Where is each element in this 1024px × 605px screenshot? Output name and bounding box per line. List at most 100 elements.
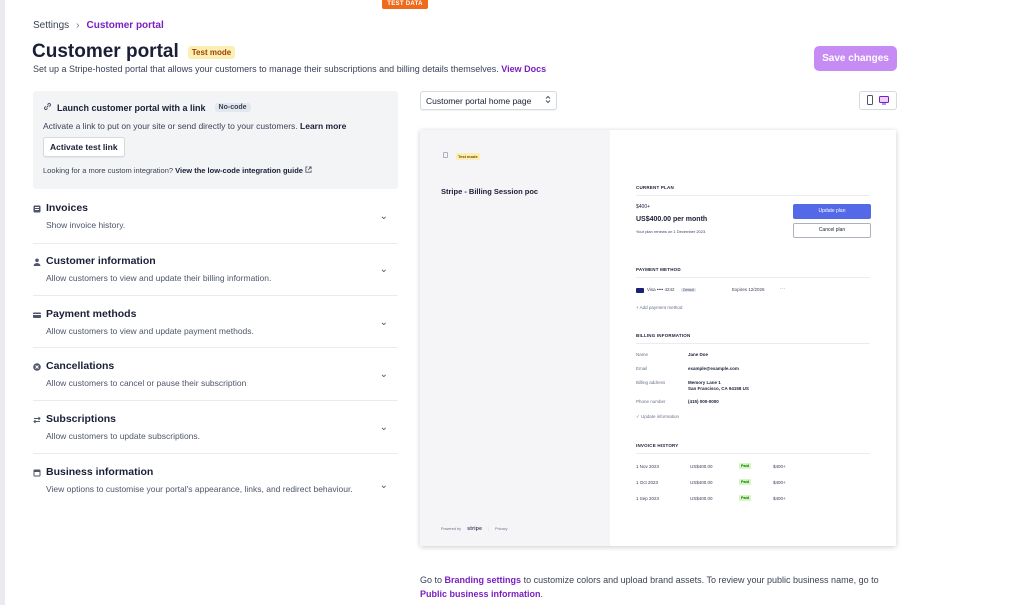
plan-renewal: Your plan renews on 1 December 2023.	[636, 229, 707, 234]
powered-by-footer: Powered by stripe | Privacy	[441, 526, 508, 532]
payment-methods-section[interactable]: Payment methods Allow customers to view …	[33, 308, 398, 348]
mobile-icon[interactable]	[867, 92, 873, 110]
breadcrumb-current[interactable]: Customer portal	[86, 20, 163, 31]
integration-guide-link[interactable]: View the low-code integration guide	[175, 166, 303, 175]
stripe-logo: stripe	[467, 526, 483, 532]
test-mode-badge: Test mode	[187, 45, 236, 59]
public-business-info-link[interactable]: Public business information	[420, 589, 541, 599]
section-description: Allow customers to cancel or pause their…	[46, 378, 247, 388]
section-title: Payment methods	[46, 308, 137, 320]
invoice-amount: US$400.00	[690, 480, 713, 485]
billing-email-label: Email	[636, 366, 648, 371]
subscriptions-section[interactable]: Subscriptions Allow customers to update …	[33, 413, 398, 454]
visa-card-icon	[636, 288, 644, 293]
invoice-plan: $400+	[773, 480, 786, 485]
billing-name: Jane Doe	[688, 352, 709, 357]
view-docs-link[interactable]: View Docs	[501, 64, 546, 74]
external-link-icon	[305, 166, 312, 175]
breadcrumb: Settings › Customer portal	[33, 20, 164, 31]
launch-title: Launch customer portal with a link	[57, 102, 206, 113]
billing-address-label: Billing address	[636, 380, 666, 385]
plan-name: $400+	[636, 204, 651, 210]
privacy-link[interactable]: Privacy	[495, 527, 507, 531]
page-subtitle: Set up a Stripe-hosted portal that allow…	[33, 64, 546, 74]
default-badge: Default	[681, 288, 697, 292]
section-description: Show invoice history.	[46, 220, 126, 230]
update-plan-button[interactable]: Update plan	[793, 204, 871, 219]
preview-select-value: Customer portal home page	[426, 95, 532, 106]
add-payment-method-link[interactable]: + Add payment method	[636, 305, 682, 310]
merchant-logo-icon	[443, 152, 448, 158]
left-edge	[0, 0, 5, 605]
chevron-down-icon[interactable]: ⌄	[380, 264, 388, 275]
learn-more-link[interactable]: Learn more	[300, 121, 346, 131]
update-information-link[interactable]: ✓ Update information	[636, 414, 679, 420]
preview-page-select[interactable]: Customer portal home page	[420, 91, 557, 110]
link-icon	[43, 102, 52, 113]
branding-settings-link[interactable]: Branding settings	[445, 575, 522, 585]
preview-sidebar: Test mode Stripe - Billing Session poc P…	[420, 130, 610, 546]
invoice-date: 1 Oct 2023	[636, 480, 659, 485]
invoice-date: 1 Nov 2023	[636, 464, 660, 469]
invoice-amount: US$400.00	[690, 496, 713, 501]
paid-badge: Paid	[739, 479, 752, 485]
chevron-down-icon[interactable]: ⌄	[380, 211, 388, 222]
invoice-history-heading: INVOICE HISTORY	[636, 443, 679, 448]
cancellations-section[interactable]: Cancellations Allow customers to cancel …	[33, 360, 398, 401]
billing-address-line2: San Francisco, CA 94158 US	[688, 386, 749, 391]
no-code-chip: No-code	[214, 103, 251, 112]
payment-method-heading: PAYMENT METHOD	[636, 267, 681, 272]
preview-test-mode-badge: Test mode	[456, 153, 480, 160]
updown-chevron-icon	[545, 95, 551, 106]
billing-phone: (415) 000-0000	[688, 399, 719, 404]
launch-header: Launch customer portal with a link No-co…	[43, 102, 388, 113]
billing-email: example@example.com	[688, 366, 739, 371]
current-plan-heading: CURRENT PLAN	[636, 185, 674, 190]
card-more-icon[interactable]: ···	[780, 286, 785, 292]
billing-address-line1: Memory Lane 1	[688, 380, 721, 385]
section-title: Subscriptions	[46, 413, 117, 425]
paid-badge: Paid	[739, 495, 752, 501]
powered-by-text: Powered by	[441, 527, 462, 531]
merchant-name: Stripe - Billing Session poc	[441, 187, 539, 196]
preview-content: CURRENT PLAN $400+ US$400.00 per month Y…	[610, 130, 896, 546]
section-title: Invoices	[46, 202, 89, 214]
title-row: Customer portal Test mode	[32, 41, 236, 63]
chevron-down-icon[interactable]: ⌄	[380, 480, 388, 491]
chevron-down-icon[interactable]: ⌄	[380, 422, 388, 433]
footer-text-pre: Go to	[420, 575, 443, 585]
save-changes-button[interactable]: Save changes	[814, 46, 897, 71]
invoice-icon	[33, 204, 41, 213]
integration-text: Looking for a more custom integration?	[43, 166, 174, 175]
card-icon	[33, 310, 41, 318]
desktop-icon[interactable]	[879, 92, 889, 110]
cancel-icon	[33, 362, 41, 371]
billing-name-label: Name	[636, 352, 649, 357]
section-description: Allow customers to view and update their…	[46, 273, 272, 283]
invoices-section[interactable]: Invoices Show invoice history. ⌄	[33, 202, 398, 244]
section-description: Allow customers to update subscriptions.	[46, 431, 201, 441]
chevron-right-icon: ›	[76, 20, 80, 31]
test-data-banner: TEST DATA	[382, 0, 428, 9]
breadcrumb-settings[interactable]: Settings	[33, 20, 69, 31]
person-icon	[33, 257, 41, 266]
section-title: Business information	[46, 466, 154, 478]
card-expiry: Expires 12/2026	[732, 287, 765, 292]
card-number: Visa •••• 4242	[647, 287, 675, 292]
plan-price: US$400.00 per month	[636, 216, 708, 223]
chevron-down-icon[interactable]: ⌄	[380, 317, 388, 328]
section-description: Allow customers to view and update payme…	[46, 326, 254, 336]
section-description: View options to customise your portal's …	[46, 484, 353, 494]
invoice-plan: $400+	[773, 464, 786, 469]
chevron-down-icon[interactable]: ⌄	[380, 369, 388, 380]
subtitle-text: Set up a Stripe-hosted portal that allow…	[33, 64, 499, 74]
launch-text: Activate a link to put on your site or s…	[43, 121, 388, 131]
activate-test-link-button[interactable]: Activate test link	[43, 137, 125, 157]
customer-information-section[interactable]: Customer information Allow customers to …	[33, 255, 398, 296]
business-information-section[interactable]: Business information View options to cus…	[33, 466, 398, 516]
cancel-plan-button[interactable]: Cancel plan	[793, 223, 871, 238]
storefront-icon	[33, 468, 41, 477]
invoice-plan: $400+	[773, 496, 786, 501]
invoice-date: 1 Sep 2023	[636, 496, 660, 501]
section-title: Customer information	[46, 255, 156, 267]
